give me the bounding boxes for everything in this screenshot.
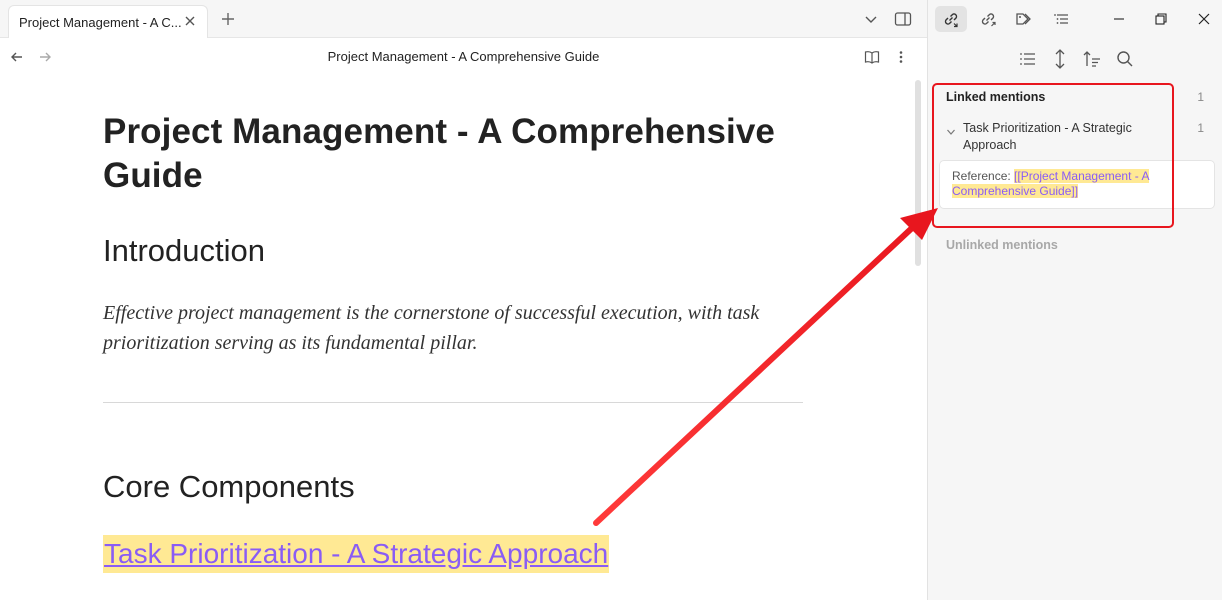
chevron-down-icon[interactable] xyxy=(946,124,956,135)
right-sidebar: Linked mentions 1 Task Prioritization - … xyxy=(927,0,1222,600)
heading-introduction: Introduction xyxy=(103,233,265,268)
tab-project-management[interactable]: Project Management - A C... xyxy=(8,5,208,38)
more-vertical-icon[interactable] xyxy=(893,49,909,65)
tab-bar: Project Management - A C... xyxy=(0,0,927,38)
restore-icon[interactable] xyxy=(1146,6,1176,32)
expand-collapse-icon[interactable] xyxy=(1047,46,1073,72)
linked-mentions-count: 1 xyxy=(1197,90,1204,104)
backlinks-toolbar xyxy=(928,44,1222,74)
outgoing-links-icon[interactable] xyxy=(972,6,1004,32)
editor-scrollbar[interactable] xyxy=(915,80,921,266)
search-icon[interactable] xyxy=(1112,46,1138,72)
intro-paragraph: Effective project management is the corn… xyxy=(103,302,760,354)
editor-pane: Project Management - A C... Project Mana… xyxy=(0,0,927,600)
document-title: Project Management - A Comprehensive Gui… xyxy=(103,112,776,195)
book-open-icon[interactable] xyxy=(864,49,880,65)
plus-icon[interactable] xyxy=(220,11,236,27)
outline-icon[interactable] xyxy=(1046,6,1078,32)
mention-context-card[interactable]: Reference: [[Project Management - A Comp… xyxy=(939,160,1215,209)
tab-label: Project Management - A C... xyxy=(19,15,182,30)
document-body: Project Management - A Comprehensive Gui… xyxy=(103,110,803,573)
sidebar-tab-bar xyxy=(928,0,1222,38)
close-icon[interactable] xyxy=(1189,6,1219,32)
internal-link-task-prioritization[interactable]: Task Prioritization - A Strategic Approa… xyxy=(103,535,610,573)
chevron-down-icon[interactable] xyxy=(863,11,879,27)
close-icon[interactable] xyxy=(183,14,197,28)
unlinked-mentions-header[interactable]: Unlinked mentions xyxy=(946,238,1058,252)
sort-icon[interactable] xyxy=(1079,46,1105,72)
sidebar-toggle-icon[interactable] xyxy=(894,11,912,27)
mention-context-prefix: Reference: xyxy=(952,169,1015,183)
linked-mentions-header[interactable]: Linked mentions xyxy=(946,90,1045,104)
minimize-icon[interactable] xyxy=(1104,6,1134,32)
linked-mention-item-count: 1 xyxy=(1197,121,1204,135)
backlinks-icon[interactable] xyxy=(935,6,967,32)
list-icon[interactable] xyxy=(1015,46,1041,72)
nav-bar: Project Management - A Comprehensive Gui… xyxy=(0,38,927,76)
heading-core-components: Core Components xyxy=(103,469,355,504)
tags-icon[interactable] xyxy=(1009,6,1041,32)
linked-mention-note-title[interactable]: Task Prioritization - A Strategic Approa… xyxy=(963,120,1163,154)
divider xyxy=(103,402,803,403)
note-title[interactable]: Project Management - A Comprehensive Gui… xyxy=(0,49,927,64)
